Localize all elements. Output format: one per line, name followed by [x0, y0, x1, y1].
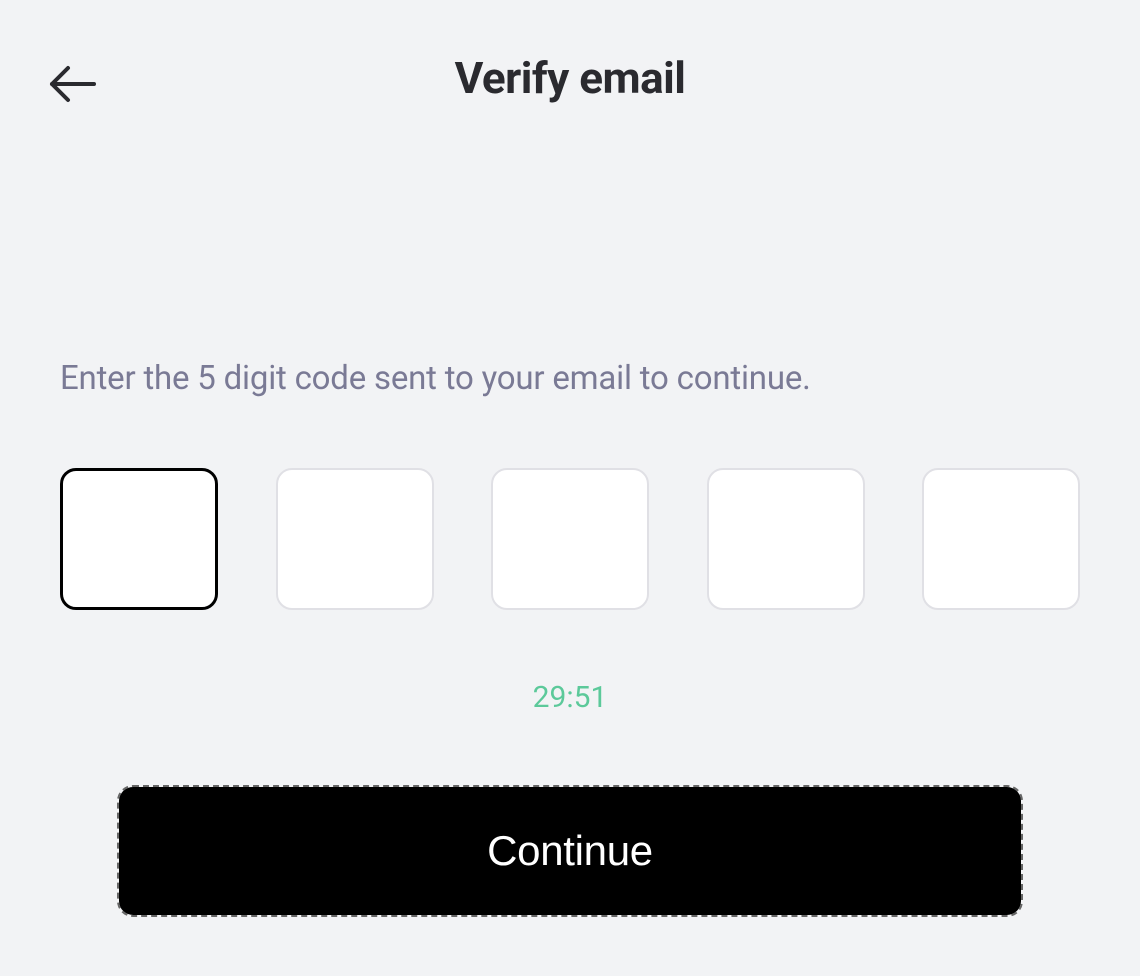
code-digit-5[interactable]	[922, 468, 1080, 610]
arrow-left-icon	[48, 64, 96, 104]
countdown-timer: 29:51	[60, 680, 1080, 715]
code-digit-3[interactable]	[491, 468, 649, 610]
content: Enter the 5 digit code sent to your emai…	[0, 359, 1140, 915]
code-digit-4[interactable]	[707, 468, 865, 610]
code-input-group	[60, 468, 1080, 610]
code-digit-2[interactable]	[276, 468, 434, 610]
page-title: Verify email	[455, 52, 686, 104]
instruction-text: Enter the 5 digit code sent to your emai…	[60, 359, 1080, 398]
back-button[interactable]	[48, 60, 96, 108]
header: Verify email	[0, 0, 1140, 144]
continue-button[interactable]: Continue	[119, 787, 1021, 915]
code-digit-1[interactable]	[60, 468, 218, 610]
